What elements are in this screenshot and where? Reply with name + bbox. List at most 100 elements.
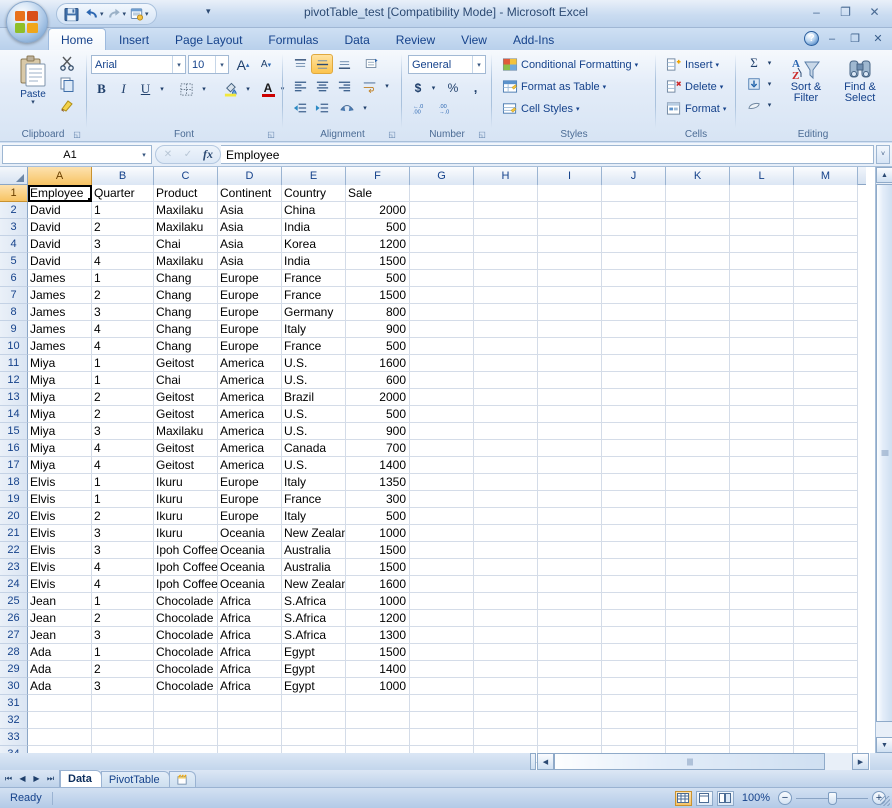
cell-D25[interactable]: Africa [218,593,282,610]
cell-L1[interactable] [730,185,794,202]
cell-C27[interactable]: Chocolade [154,627,218,644]
cell-F20[interactable]: 500 [346,508,410,525]
cell-M28[interactable] [794,644,858,661]
column-header-f[interactable]: F [346,167,410,185]
alignment-dialog-launcher[interactable]: ◱ [387,129,397,139]
cell-C1[interactable]: Product [154,185,218,202]
cell-D7[interactable]: Europe [218,287,282,304]
cell-C5[interactable]: Maxilaku [154,253,218,270]
row-header-24[interactable]: 24 [0,576,28,593]
cell-I5[interactable] [538,253,602,270]
cell-J3[interactable] [602,219,666,236]
cell-I30[interactable] [538,678,602,695]
cell-K28[interactable] [666,644,730,661]
cell-B12[interactable]: 1 [92,372,154,389]
cell-K30[interactable] [666,678,730,695]
cell-F10[interactable]: 500 [346,338,410,355]
cell-I27[interactable] [538,627,602,644]
cell-L22[interactable] [730,542,794,559]
column-header-m[interactable]: M [794,167,858,185]
cell-G13[interactable] [410,389,474,406]
cell-B6[interactable]: 1 [92,270,154,287]
cell-H7[interactable] [474,287,538,304]
cell-L6[interactable] [730,270,794,287]
cell-H32[interactable] [474,712,538,729]
cell-M4[interactable] [794,236,858,253]
cell-G17[interactable] [410,457,474,474]
cell-A18[interactable]: Elvis [28,474,92,491]
cell-C28[interactable]: Chocolade [154,644,218,661]
cell-B10[interactable]: 4 [92,338,154,355]
cell-C21[interactable]: Ikuru [154,525,218,542]
enter-formula-button[interactable]: ✓ [179,147,197,163]
cell-B13[interactable]: 2 [92,389,154,406]
row-header-21[interactable]: 21 [0,525,28,542]
tab-insert[interactable]: Insert [106,30,162,50]
cell-E30[interactable]: Egypt [282,678,346,695]
cell-L30[interactable] [730,678,794,695]
cell-E28[interactable]: Egypt [282,644,346,661]
row-header-14[interactable]: 14 [0,406,28,423]
cell-B16[interactable]: 4 [92,440,154,457]
format-cells-button[interactable]: Format ▾ [662,98,730,119]
cell-B7[interactable]: 2 [92,287,154,304]
row-header-22[interactable]: 22 [0,542,28,559]
cell-C6[interactable]: Chang [154,270,218,287]
office-button[interactable] [6,1,48,43]
cell-A4[interactable]: David [28,236,92,253]
cell-L31[interactable] [730,695,794,712]
cell-M18[interactable] [794,474,858,491]
cell-A8[interactable]: James [28,304,92,321]
cell-H26[interactable] [474,610,538,627]
align-left-button[interactable] [289,76,311,96]
zoom-level[interactable]: 100% [742,792,770,804]
cell-M27[interactable] [794,627,858,644]
cell-M32[interactable] [794,712,858,729]
cell-C2[interactable]: Maxilaku [154,202,218,219]
cell-E6[interactable]: France [282,270,346,287]
tab-split-handle[interactable] [530,753,536,770]
cell-K20[interactable] [666,508,730,525]
cell-F24[interactable]: 1600 [346,576,410,593]
currency-dropdown[interactable]: ▾ [428,78,439,98]
cell-E16[interactable]: Canada [282,440,346,457]
vertical-scrollbar[interactable]: ▲ ▼ [875,167,892,753]
cell-D8[interactable]: Europe [218,304,282,321]
shrink-font-button[interactable]: A ▾ [255,54,277,75]
cell-C14[interactable]: Geitost [154,406,218,423]
cell-M16[interactable] [794,440,858,457]
cell-F4[interactable]: 1200 [346,236,410,253]
row-header-18[interactable]: 18 [0,474,28,491]
cell-D3[interactable]: Asia [218,219,282,236]
cell-K9[interactable] [666,321,730,338]
cell-H3[interactable] [474,219,538,236]
cell-H19[interactable] [474,491,538,508]
normal-view-button[interactable] [674,790,692,806]
cell-D1[interactable]: Continent [218,185,282,202]
cell-C32[interactable] [154,712,218,729]
cell-A7[interactable]: James [28,287,92,304]
cell-L15[interactable] [730,423,794,440]
row-header-32[interactable]: 32 [0,712,28,729]
cell-D2[interactable]: Asia [218,202,282,219]
cell-K16[interactable] [666,440,730,457]
cell-J23[interactable] [602,559,666,576]
cell-B8[interactable]: 3 [92,304,154,321]
cell-E31[interactable] [282,695,346,712]
cell-B18[interactable]: 1 [92,474,154,491]
fill-color-button[interactable] [218,79,242,99]
autosum-button[interactable]: Σ [744,53,764,73]
cell-M8[interactable] [794,304,858,321]
cell-M21[interactable] [794,525,858,542]
cell-G11[interactable] [410,355,474,372]
cell-G10[interactable] [410,338,474,355]
cell-M11[interactable] [794,355,858,372]
cell-E23[interactable]: Australia [282,559,346,576]
app-close-button[interactable]: ✕ [861,3,888,21]
underline-button[interactable]: U [135,79,156,99]
cell-G18[interactable] [410,474,474,491]
format-painter-button[interactable] [56,95,78,115]
conditional-formatting-button[interactable]: Conditional Formatting ▾ [498,54,642,75]
cell-F5[interactable]: 1500 [346,253,410,270]
cell-B17[interactable]: 4 [92,457,154,474]
